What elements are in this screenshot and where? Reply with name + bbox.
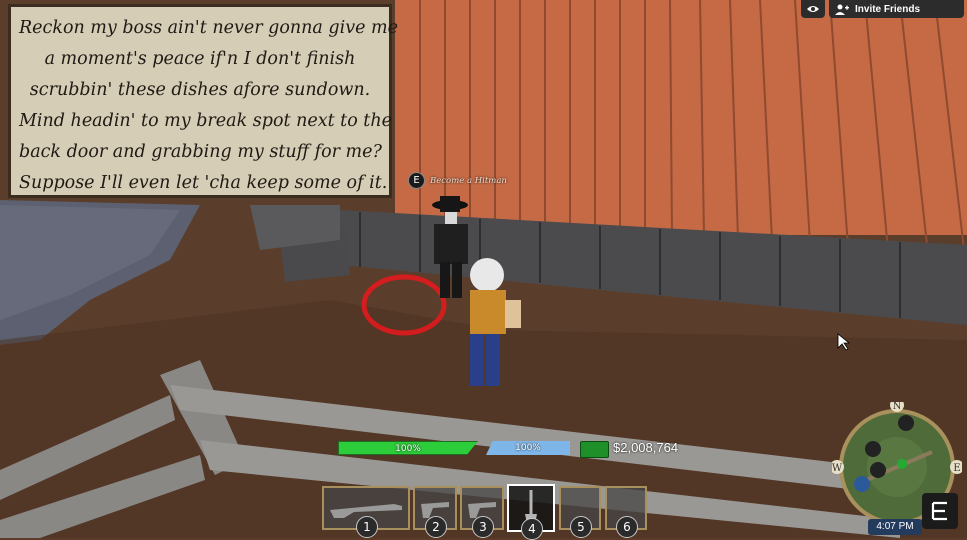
add-friend-icon [835,4,849,15]
hotbar-slot-5[interactable]: 5 [559,486,601,538]
hotbar-slot-2[interactable]: 2 [413,486,457,538]
slot-number: 6 [616,516,638,538]
stamina-bar: 100% [486,441,570,455]
hotbar-slot-1[interactable]: 1 [322,486,410,538]
slot-number: 3 [472,516,494,538]
health-bar: 100% [338,441,478,455]
game-clock: 4:07 PM [868,519,922,535]
compass-n: N [893,402,902,412]
dialogue-line: Suppose I'll even let 'cha keep some of … [19,173,388,193]
stamina-text: 100% [515,443,541,453]
dialogue-line: a moment's peace if'n I don't finish [44,49,356,69]
slot-number: 1 [356,516,378,538]
cash-icon [580,441,609,458]
hotbar-slot-6[interactable]: 6 [605,486,647,538]
slot-number: 4 [521,518,543,540]
eye-icon [807,6,819,12]
invite-friends-button[interactable]: Invite Friends [829,0,964,18]
npc-dialogue-box: Reckon my boss ain't never gonna give me… [8,4,398,198]
prompt-label: Become a Hitman [430,175,507,186]
dialogue-line: Reckon my boss ain't never gonna give me [19,18,398,38]
compass-w: W [832,463,843,474]
invite-friends-label: Invite Friends [855,3,921,15]
key-hint-icon: E [408,172,425,189]
compass-e: E [953,463,960,474]
interaction-prompt[interactable]: E Become a Hitman [408,172,507,189]
health-text: 100% [395,444,421,454]
slot-number: 2 [425,516,447,538]
dialogue-line: scrubbin' these dishes afore sundown. [29,80,371,100]
money-amount: $2,008,764 [613,440,679,455]
dialogue-line: back door and grabbing my stuff for me? [19,142,382,162]
menu-button[interactable] [922,493,958,529]
hotbar-slot-3[interactable]: 3 [460,486,504,538]
dialogue-line: Mind headin' to my break spot next to th… [19,111,392,131]
visibility-button[interactable] [801,0,825,18]
menu-icon [931,501,947,521]
hotbar-slot-4[interactable]: 4 [507,484,555,540]
slot-number: 5 [570,516,592,538]
